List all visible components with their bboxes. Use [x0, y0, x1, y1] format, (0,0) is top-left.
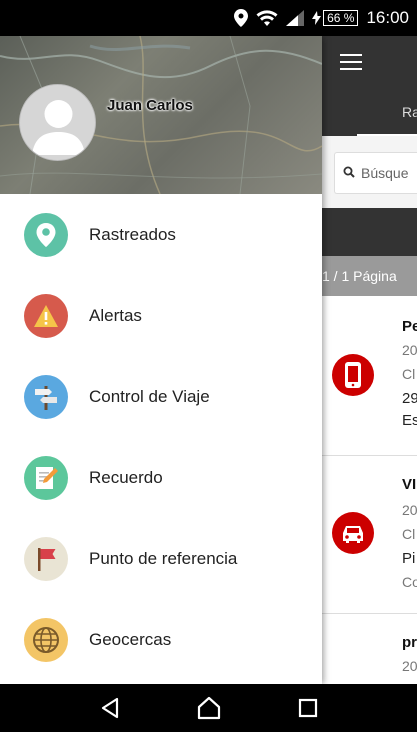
- signal-icon: [286, 10, 305, 26]
- menu-item-label: Alertas: [89, 305, 142, 325]
- menu-item-label: Rastreados: [89, 224, 176, 244]
- menu-item-alertas[interactable]: Alertas: [0, 275, 322, 356]
- location-icon: [234, 9, 249, 27]
- avatar[interactable]: [19, 84, 96, 161]
- battery-indicator: 66 %: [312, 10, 359, 26]
- back-icon[interactable]: [90, 688, 130, 728]
- home-icon[interactable]: [189, 688, 229, 728]
- recent-apps-icon[interactable]: [288, 688, 328, 728]
- menu-item-rastreados[interactable]: Rastreados: [0, 194, 322, 275]
- charging-icon: [312, 11, 322, 25]
- wifi-icon: [256, 9, 278, 27]
- status-bar: 66 % 16:00: [0, 0, 417, 36]
- flag-icon: [24, 536, 68, 581]
- battery-level: 66 %: [323, 10, 359, 26]
- notepad-pencil-icon: [24, 455, 68, 500]
- globe-icon: [24, 617, 68, 662]
- system-navigation-bar: [0, 684, 417, 732]
- menu-item-label: Control de Viaje: [89, 386, 210, 406]
- menu-item-geocercas[interactable]: Geocercas: [0, 599, 322, 680]
- menu-item-label: Punto de referencia: [89, 548, 238, 568]
- drawer-menu: Rastreados Alertas Control de Viaje Recu…: [0, 194, 322, 680]
- clock: 16:00: [366, 8, 409, 27]
- menu-item-label: Geocercas: [89, 629, 172, 649]
- warning-icon: [24, 293, 68, 338]
- menu-item-control-de-viaje[interactable]: Control de Viaje: [0, 356, 322, 437]
- signpost-icon: [24, 374, 68, 419]
- navigation-drawer: Juan Carlos Rastreados Alertas Control d…: [0, 36, 322, 684]
- location-pin-icon: [24, 212, 68, 257]
- menu-item-punto-de-referencia[interactable]: Punto de referencia: [0, 518, 322, 599]
- menu-item-label: Recuerdo: [89, 467, 163, 487]
- user-name: Juan Carlos: [107, 97, 193, 114]
- user-placeholder-icon: [32, 100, 85, 155]
- menu-item-recuerdo[interactable]: Recuerdo: [0, 437, 322, 518]
- drawer-header: Juan Carlos: [0, 36, 322, 194]
